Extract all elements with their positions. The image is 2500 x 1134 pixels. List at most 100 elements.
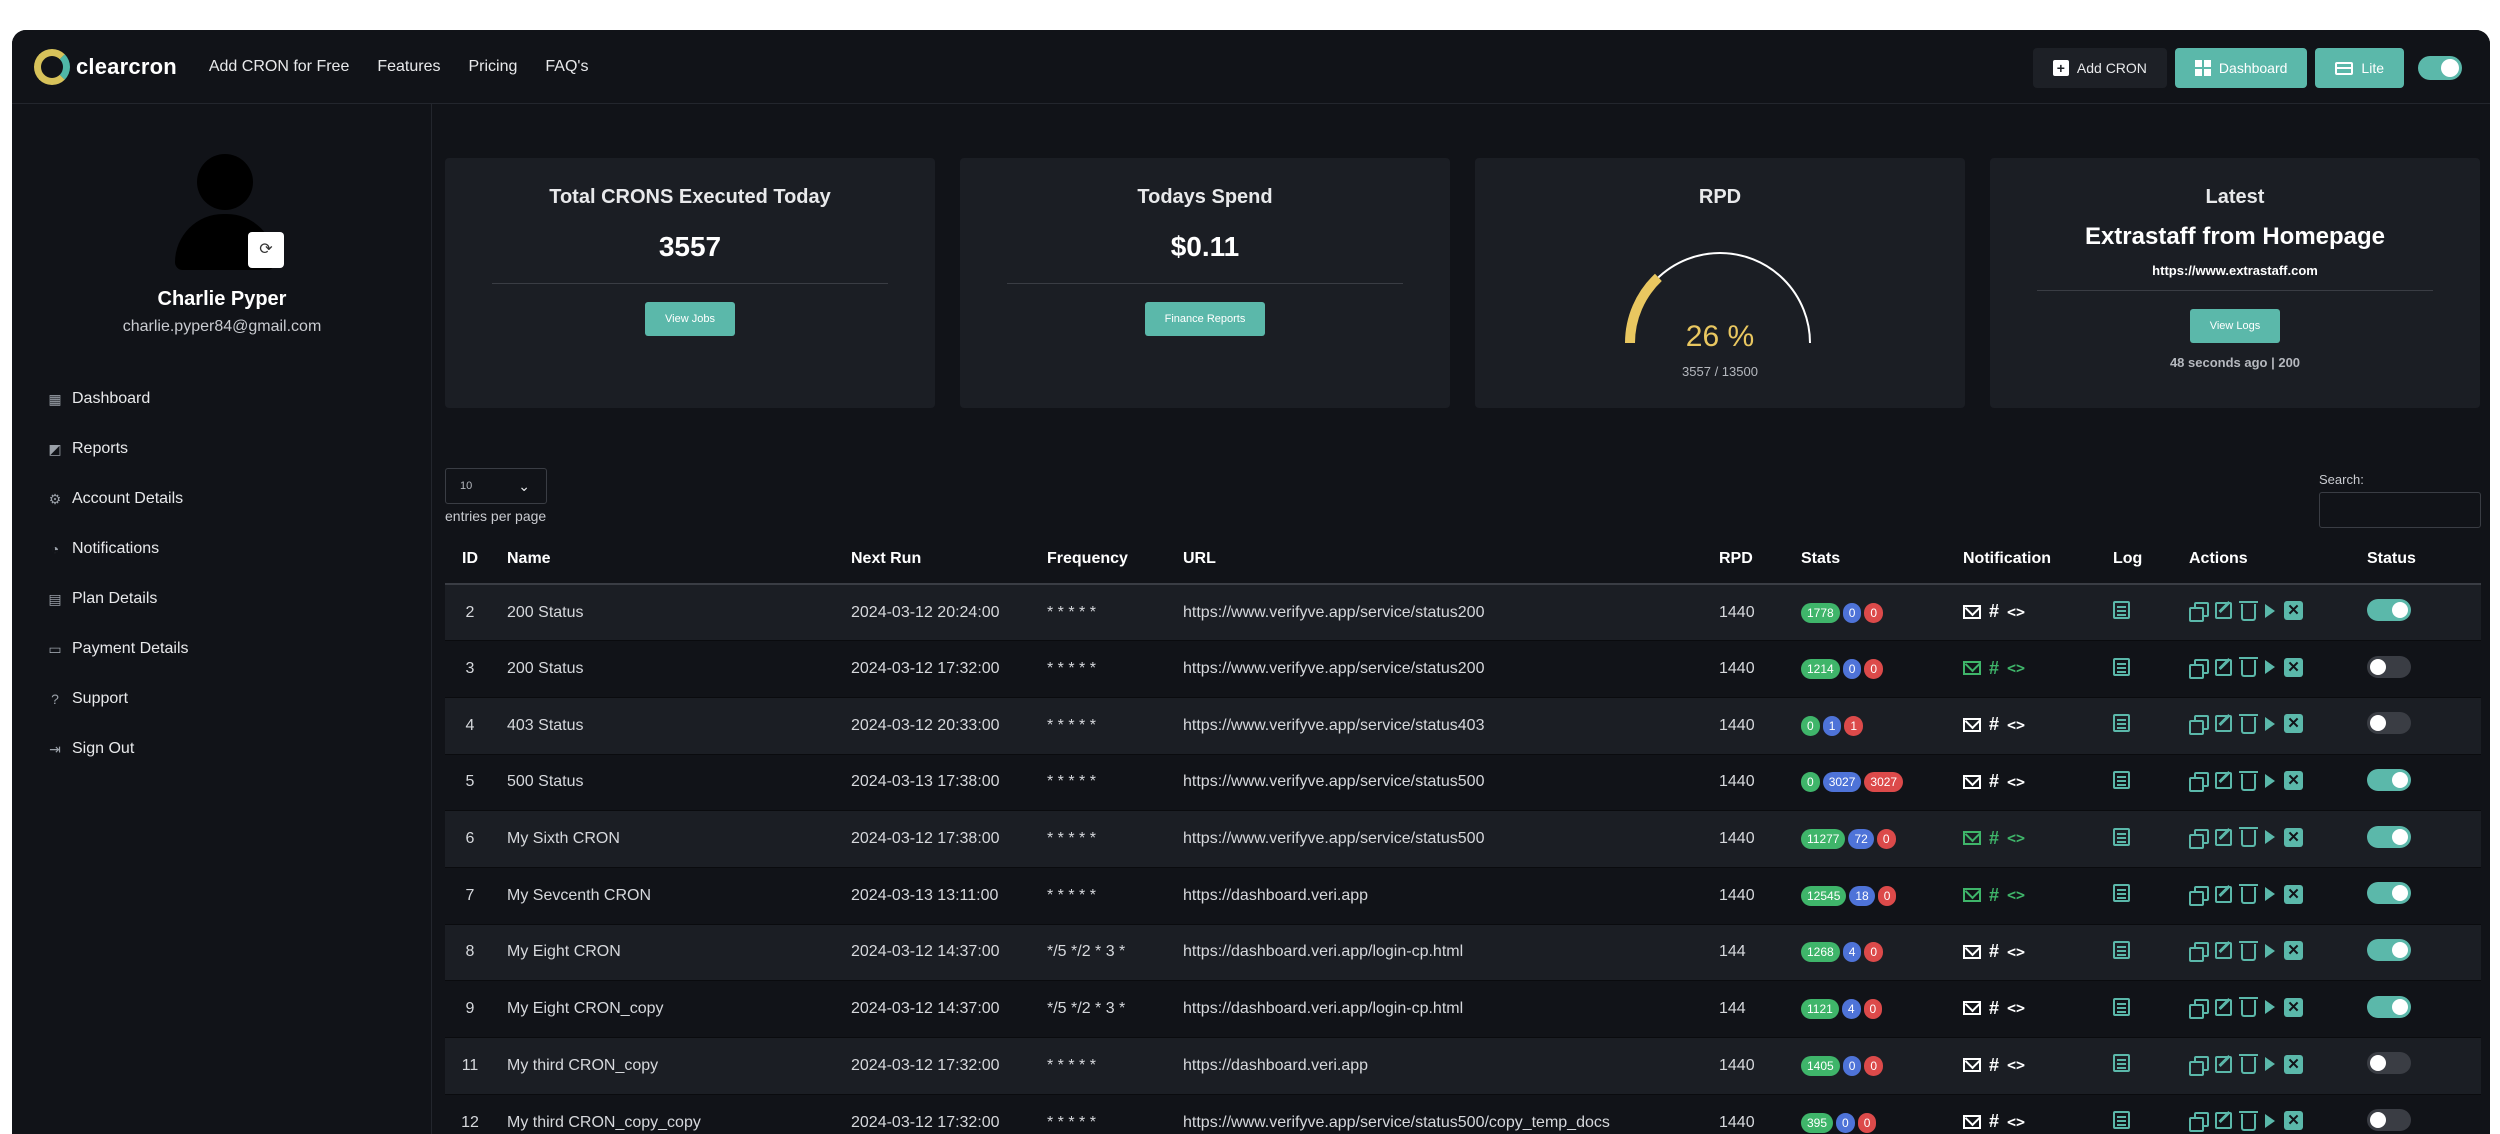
play-icon[interactable]: [2265, 943, 2275, 958]
logo[interactable]: clearcron: [34, 48, 177, 85]
copy-icon[interactable]: [2189, 602, 2209, 623]
trash-icon[interactable]: [2239, 997, 2258, 1018]
col-name[interactable]: Name: [495, 534, 839, 585]
play-icon[interactable]: [2265, 1113, 2275, 1128]
log-icon[interactable]: [2113, 657, 2130, 676]
edit-icon[interactable]: [2215, 942, 2232, 960]
sidebar-item-plan-details[interactable]: ▤ Plan Details: [48, 574, 189, 624]
col-rpd[interactable]: RPD: [1707, 534, 1789, 585]
slack-icon[interactable]: #: [1989, 601, 1999, 622]
email-icon[interactable]: [1963, 888, 1981, 903]
trash-icon[interactable]: [2239, 657, 2258, 678]
close-icon[interactable]: ✕: [2284, 601, 2303, 621]
nav-add-cron-free[interactable]: Add CRON for Free: [209, 58, 349, 76]
play-icon[interactable]: [2265, 1057, 2275, 1072]
play-icon[interactable]: [2265, 1000, 2275, 1015]
status-toggle[interactable]: [2367, 1109, 2411, 1132]
col-next-run[interactable]: Next Run: [839, 534, 1035, 585]
status-toggle[interactable]: [2367, 712, 2411, 735]
sidebar-item-support[interactable]: ? Support: [48, 674, 189, 724]
copy-icon[interactable]: [2189, 885, 2209, 906]
col-notification[interactable]: Notification: [1951, 534, 2101, 585]
play-icon[interactable]: [2265, 603, 2275, 618]
edit-icon[interactable]: [2215, 658, 2232, 676]
close-icon[interactable]: ✕: [2284, 1054, 2303, 1074]
close-icon[interactable]: ✕: [2284, 1111, 2303, 1131]
view-jobs-button[interactable]: View Jobs: [645, 302, 735, 336]
dashboard-button[interactable]: Dashboard: [2174, 48, 2308, 88]
edit-icon[interactable]: [2215, 715, 2232, 733]
trash-icon[interactable]: [2239, 600, 2258, 621]
trash-icon[interactable]: [2239, 884, 2258, 905]
copy-icon[interactable]: [2189, 1112, 2209, 1133]
slack-icon[interactable]: #: [1989, 658, 1999, 679]
code-icon[interactable]: <>: [2007, 659, 2025, 677]
entries-per-page-select[interactable]: 10 ⌄: [445, 468, 547, 504]
sidebar-item-reports[interactable]: ◩ Reports: [48, 424, 189, 474]
close-icon[interactable]: ✕: [2284, 997, 2303, 1017]
email-icon[interactable]: [1963, 831, 1981, 846]
sidebar-item-payment-details[interactable]: ▭ Payment Details: [48, 624, 188, 674]
search-input[interactable]: [2319, 492, 2481, 528]
log-icon[interactable]: [2113, 1111, 2130, 1130]
log-icon[interactable]: [2113, 940, 2130, 959]
log-icon[interactable]: [2113, 827, 2130, 846]
sidebar-item-notifications[interactable]: ◔ Notifications: [48, 524, 189, 574]
close-icon[interactable]: ✕: [2284, 714, 2303, 734]
copy-icon[interactable]: [2189, 658, 2209, 679]
close-icon[interactable]: ✕: [2284, 827, 2303, 847]
trash-icon[interactable]: [2239, 827, 2258, 848]
finance-reports-button[interactable]: Finance Reports: [1144, 302, 1266, 336]
log-icon[interactable]: [2113, 997, 2130, 1016]
close-icon[interactable]: ✕: [2284, 941, 2303, 961]
edit-icon[interactable]: [2215, 828, 2232, 846]
col-actions[interactable]: Actions: [2177, 534, 2355, 585]
sidebar-item-account-details[interactable]: ⚙ Account Details: [48, 474, 189, 524]
trash-icon[interactable]: [2239, 770, 2258, 791]
play-icon[interactable]: [2265, 887, 2275, 902]
copy-icon[interactable]: [2189, 828, 2209, 849]
slack-icon[interactable]: #: [1989, 828, 1999, 849]
code-icon[interactable]: <>: [2007, 716, 2025, 734]
code-icon[interactable]: <>: [2007, 886, 2025, 904]
code-icon[interactable]: <>: [2007, 1056, 2025, 1074]
log-icon[interactable]: [2113, 1054, 2130, 1073]
col-id[interactable]: ID: [445, 534, 495, 585]
lite-button[interactable]: Lite: [2315, 48, 2404, 88]
email-icon[interactable]: [1963, 604, 1981, 619]
log-icon[interactable]: [2113, 601, 2130, 620]
email-icon[interactable]: [1963, 1114, 1981, 1129]
slack-icon[interactable]: #: [1989, 998, 1999, 1019]
play-icon[interactable]: [2265, 830, 2275, 845]
theme-toggle[interactable]: [2418, 56, 2462, 80]
trash-icon[interactable]: [2239, 713, 2258, 734]
copy-icon[interactable]: [2189, 1055, 2209, 1076]
email-icon[interactable]: [1963, 944, 1981, 959]
slack-icon[interactable]: #: [1989, 771, 1999, 792]
edit-icon[interactable]: [2215, 885, 2232, 903]
slack-icon[interactable]: #: [1989, 1055, 1999, 1076]
copy-icon[interactable]: [2189, 772, 2209, 793]
status-toggle[interactable]: [2367, 599, 2411, 622]
log-icon[interactable]: [2113, 884, 2130, 903]
slack-icon[interactable]: #: [1989, 885, 1999, 906]
code-icon[interactable]: <>: [2007, 829, 2025, 847]
trash-icon[interactable]: [2239, 940, 2258, 961]
code-icon[interactable]: <>: [2007, 999, 2025, 1017]
email-icon[interactable]: [1963, 1058, 1981, 1073]
close-icon[interactable]: ✕: [2284, 771, 2303, 791]
col-stats[interactable]: Stats: [1789, 534, 1951, 585]
refresh-avatar-icon[interactable]: ⟳: [248, 232, 284, 268]
nav-faqs[interactable]: FAQ's: [545, 58, 588, 76]
nav-pricing[interactable]: Pricing: [468, 58, 517, 76]
status-toggle[interactable]: [2367, 655, 2411, 678]
play-icon[interactable]: [2265, 773, 2275, 788]
code-icon[interactable]: <>: [2007, 943, 2025, 961]
col-status[interactable]: Status: [2355, 534, 2481, 585]
trash-icon[interactable]: [2239, 1054, 2258, 1075]
status-toggle[interactable]: [2367, 1052, 2411, 1075]
col-frequency[interactable]: Frequency: [1035, 534, 1171, 585]
log-icon[interactable]: [2113, 714, 2130, 733]
copy-icon[interactable]: [2189, 998, 2209, 1019]
code-icon[interactable]: <>: [2007, 773, 2025, 791]
